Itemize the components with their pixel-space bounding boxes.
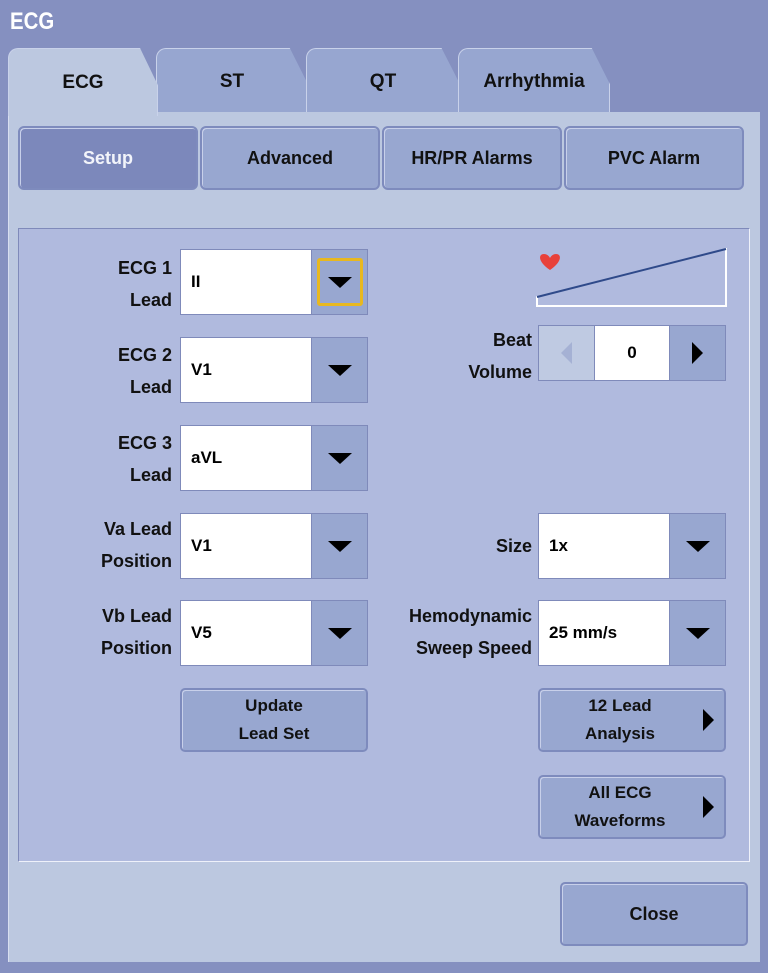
subtab-pvc-alarm[interactable]: PVC Alarm xyxy=(564,126,744,190)
ecg3-lead-label: ECG 3 Lead xyxy=(40,427,172,491)
dropdown-button[interactable] xyxy=(311,338,367,402)
size-dropdown[interactable]: 1x xyxy=(538,513,726,579)
chevron-down-icon xyxy=(327,627,352,639)
dropdown-value: V5 xyxy=(181,601,311,665)
label-line: ECG 3 xyxy=(117,433,172,453)
ecg1-lead-label: ECG 1 Lead xyxy=(40,252,172,316)
chevron-down-icon xyxy=(685,540,710,552)
decrease-button[interactable] xyxy=(539,326,595,380)
va-lead-dropdown[interactable]: V1 xyxy=(180,513,368,579)
dropdown-button[interactable] xyxy=(669,601,725,665)
tab-ecg[interactable]: ECG xyxy=(8,48,158,116)
vb-lead-label: Vb Lead Position xyxy=(40,600,172,664)
sweep-speed-label: Hemodynamic Sweep Speed xyxy=(380,600,532,664)
tab-qt[interactable]: QT xyxy=(306,48,460,114)
dropdown-button[interactable] xyxy=(311,601,367,665)
button-line: Waveforms xyxy=(574,811,666,830)
right-arrow-icon xyxy=(703,709,714,731)
dropdown-value: 25 mm/s xyxy=(539,601,669,665)
subtab-hr-pr-alarms[interactable]: HR/PR Alarms xyxy=(382,126,562,190)
chevron-down-icon xyxy=(327,452,352,464)
va-lead-label: Va Lead Position xyxy=(40,513,172,577)
all-ecg-waveforms-button[interactable]: All ECG Waveforms xyxy=(538,775,726,839)
left-arrow-icon xyxy=(561,342,572,364)
dropdown-value: V1 xyxy=(181,338,311,402)
button-line: All ECG xyxy=(588,783,652,802)
button-line: Analysis xyxy=(585,724,655,743)
label-line: ECG 1 xyxy=(117,258,172,278)
tab-st[interactable]: ST xyxy=(156,48,308,114)
button-line: Update xyxy=(245,696,303,715)
ecg2-lead-label: ECG 2 Lead xyxy=(40,339,172,403)
subtab-setup[interactable]: Setup xyxy=(18,126,198,190)
update-lead-set-button[interactable]: Update Lead Set xyxy=(180,688,368,752)
label-line: Beat xyxy=(492,330,532,350)
label-line: Position xyxy=(101,638,172,658)
size-label: Size xyxy=(495,536,532,556)
label-line: Hemodynamic xyxy=(408,606,532,626)
label-line: Lead xyxy=(129,465,172,485)
close-button[interactable]: Close xyxy=(560,882,748,946)
dropdown-value: aVL xyxy=(181,426,311,490)
dropdown-button[interactable] xyxy=(311,426,367,490)
ecg1-lead-dropdown[interactable]: II xyxy=(180,249,368,315)
12-lead-analysis-button[interactable]: 12 Lead Analysis xyxy=(538,688,726,752)
dropdown-button[interactable] xyxy=(311,250,367,314)
label-line: Volume xyxy=(468,362,532,382)
button-line: Lead Set xyxy=(238,724,310,743)
volume-level-line xyxy=(536,248,727,298)
focus-ring xyxy=(316,258,363,306)
right-arrow-icon xyxy=(692,342,703,364)
right-arrow-icon xyxy=(703,796,714,818)
vb-lead-dropdown[interactable]: V5 xyxy=(180,600,368,666)
ecg2-lead-dropdown[interactable]: V1 xyxy=(180,337,368,403)
button-line: 12 Lead xyxy=(588,696,652,715)
beat-volume-label: Beat Volume xyxy=(420,324,532,388)
label-line: Va Lead xyxy=(103,519,172,539)
label-line: Position xyxy=(101,551,172,571)
label-line: Lead xyxy=(129,377,172,397)
chevron-down-icon xyxy=(327,364,352,376)
volume-indicator xyxy=(536,248,727,307)
window-title: ECG xyxy=(10,8,55,35)
dropdown-value: V1 xyxy=(181,514,311,578)
volume-value: 0 xyxy=(595,326,669,380)
subtab-advanced[interactable]: Advanced xyxy=(200,126,380,190)
increase-button[interactable] xyxy=(669,326,725,380)
label-line: Sweep Speed xyxy=(415,638,532,658)
chevron-down-icon xyxy=(327,276,352,288)
chevron-down-icon xyxy=(327,540,352,552)
dropdown-value: 1x xyxy=(539,514,669,578)
tab-arrhythmia[interactable]: Arrhythmia xyxy=(458,48,610,114)
dropdown-button[interactable] xyxy=(311,514,367,578)
sweep-speed-dropdown[interactable]: 25 mm/s xyxy=(538,600,726,666)
ecg3-lead-dropdown[interactable]: aVL xyxy=(180,425,368,491)
chevron-down-icon xyxy=(685,627,710,639)
label-line: Lead xyxy=(129,290,172,310)
label-line: ECG 2 xyxy=(117,345,172,365)
heart-icon xyxy=(540,254,560,270)
dropdown-value: II xyxy=(181,250,311,314)
dropdown-button[interactable] xyxy=(669,514,725,578)
label-line: Vb Lead xyxy=(101,606,172,626)
beat-volume-stepper[interactable]: 0 xyxy=(538,325,726,381)
